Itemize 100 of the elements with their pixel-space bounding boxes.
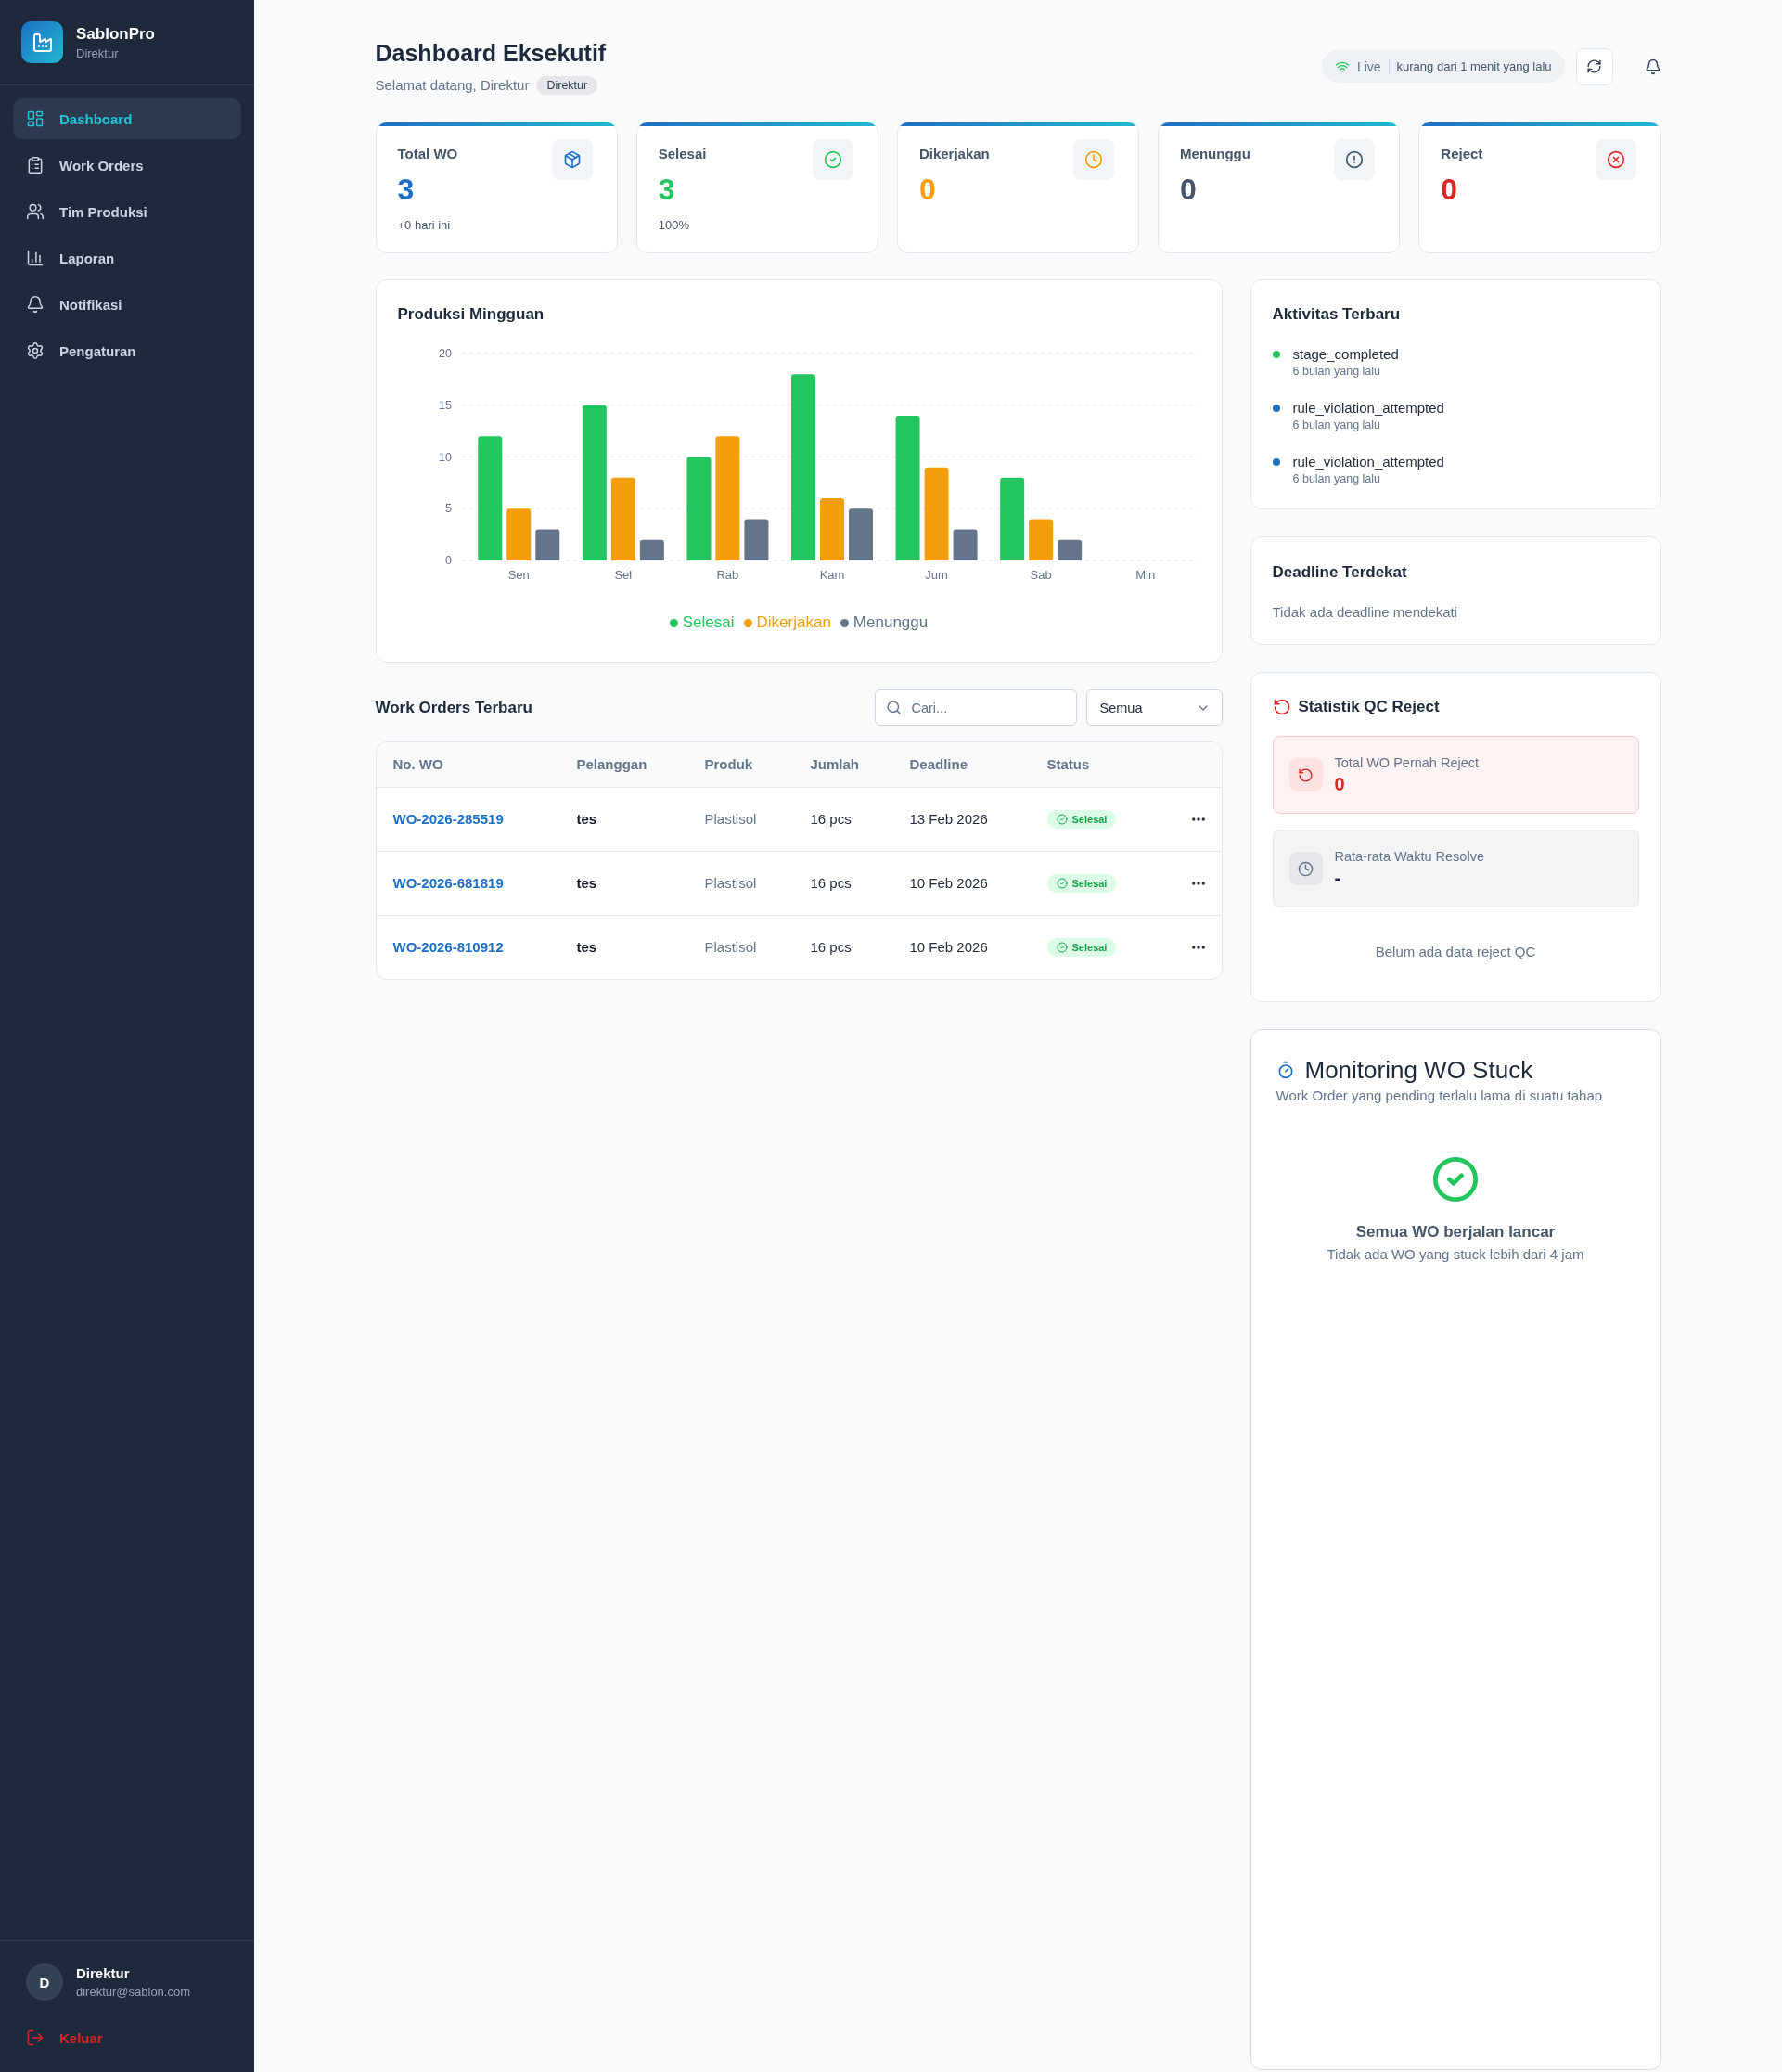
column-header: No. WO [376,742,560,787]
live-label: Live [1356,58,1381,74]
empty-state-text: Belum ada data reject QC [1374,943,1537,961]
last-updated-text: kurang dari 1 menit yang lalu [1396,59,1552,73]
box-icon [551,139,593,180]
activity-title: rule_violation_attempted [1292,399,1444,418]
status-label: Selesai [1071,877,1108,889]
metric-value: - [1334,867,1342,890]
page-title: Dashboard Eksekutif [375,39,607,68]
y-axis-label: 5 [444,502,452,516]
bar-chart-icon [26,249,45,267]
sidebar-item[interactable]: Tim Produksi [13,191,241,232]
rotate-icon [1272,698,1291,716]
logout-icon [26,2028,45,2047]
status-text: Tidak ada WO yang stuck lebih dari 4 jam [1327,1245,1584,1264]
legend-label: Dikerjakan [756,612,831,633]
card-title: Statistik QC Reject [1298,697,1440,717]
dashboard-icon [26,109,45,128]
search-field[interactable]: Cari... [874,689,1077,726]
metric-value: 0 [1334,773,1346,796]
brand-role: Direktur [76,45,120,61]
status-filter-dropdown[interactable]: Semua [1085,689,1223,726]
x-axis-label: Rab [716,568,738,582]
empty-state-text: Tidak ada deadline mendekati [1272,603,1459,622]
metric-label: Rata-rata Waktu Resolve [1334,848,1484,866]
x-axis-label: Jum [924,568,948,582]
clipboard-icon [26,156,45,174]
stat-label: Reject [1441,145,1483,163]
table-cell: 16 pcs [810,875,852,891]
table-cell: Plastisol [704,875,757,891]
stat-value: 3 [658,172,676,207]
x-axis-label: Kam [819,568,844,582]
table-cell: 10 Feb 2026 [909,939,988,956]
users-icon [26,202,45,221]
sidebar-item[interactable]: Work Orders [13,145,241,186]
card-subtitle: Work Order yang pending terlalu lama di suatu tahap [1276,1087,1604,1105]
work-order-link[interactable]: WO-2026-810912 [392,939,504,956]
stat-value: 0 [1441,172,1459,207]
check-circle-icon [1056,813,1068,825]
rotate-icon [1288,758,1323,791]
section-title: Work Orders Terbaru [375,697,532,718]
work-order-link[interactable]: WO-2026-681819 [392,875,504,891]
table-cell: 16 pcs [810,811,852,827]
table-cell: 10 Feb 2026 [909,875,988,891]
stat-label: Total WO [397,145,458,163]
y-axis-label: 15 [438,398,452,412]
stat-value: 0 [1180,172,1198,207]
avatar: D [26,1963,63,2001]
table-cell: Plastisol [704,939,757,956]
card-title: Aktivitas Terbaru [1272,304,1402,325]
activity-time: 6 bulan yang lalu [1292,471,1382,487]
sidebar-item[interactable]: Notifikasi [13,284,241,325]
y-axis-label: 20 [438,347,452,360]
activity-time: 6 bulan yang lalu [1292,364,1382,380]
x-axis-label: Sen [507,568,530,582]
x-axis-label: Sel [613,568,632,582]
refresh-button[interactable] [1575,47,1613,85]
y-axis-label: 10 [438,450,452,464]
check-circle-icon [1056,877,1068,889]
column-header: Produk [687,742,794,787]
column-header: Status [1030,742,1157,787]
greeting-text: Selamat datang, Direktur [375,76,530,95]
table-cell: tes [576,875,597,891]
sidebar-item[interactable]: Laporan [13,238,241,278]
settings-icon [26,341,45,360]
status-label: Selesai [1071,941,1108,953]
y-axis-label: 0 [444,554,452,567]
column-header: Pelanggan [559,742,688,787]
column-header: Deadline [892,742,1031,787]
work-order-link[interactable]: WO-2026-285519 [392,811,504,827]
sidebar-item[interactable]: Pengaturan [13,330,241,371]
user-email: direktur@sablon.com [76,1984,191,2000]
legend-label: Menunggu [853,612,929,633]
column-header: Jumlah [793,742,893,787]
stat-label: Selesai [658,145,707,163]
sidebar-item[interactable]: Dashboard [13,98,241,139]
card-title: Deadline Terdekat [1272,562,1408,583]
stat-value: 0 [918,172,937,207]
bell-icon[interactable] [1644,58,1661,75]
stat-note: 100% [658,217,690,234]
table-cell: Plastisol [704,811,757,827]
table-cell: 13 Feb 2026 [909,811,988,827]
role-badge: Direktur [536,76,598,95]
table-cell: tes [576,811,597,827]
metric-label: Total WO Pernah Reject [1334,754,1480,772]
status-label: Selesai [1071,813,1108,825]
x-axis-label: Min [1135,568,1155,582]
stat-label: Dikerjakan [918,145,990,163]
refresh-icon [1586,58,1602,74]
check-circle-icon [1431,1155,1480,1203]
activity-title: stage_completed [1292,345,1399,364]
check-circle-icon [1056,941,1068,953]
search-icon [885,700,902,715]
table-cell: tes [576,939,597,956]
activity-time: 6 bulan yang lalu [1292,418,1382,433]
clock-icon [1073,139,1115,180]
activity-title: rule_violation_attempted [1292,453,1444,471]
legend-label: Selesai [682,612,735,633]
clock-icon [1288,852,1323,885]
table-cell: 16 pcs [810,939,852,956]
